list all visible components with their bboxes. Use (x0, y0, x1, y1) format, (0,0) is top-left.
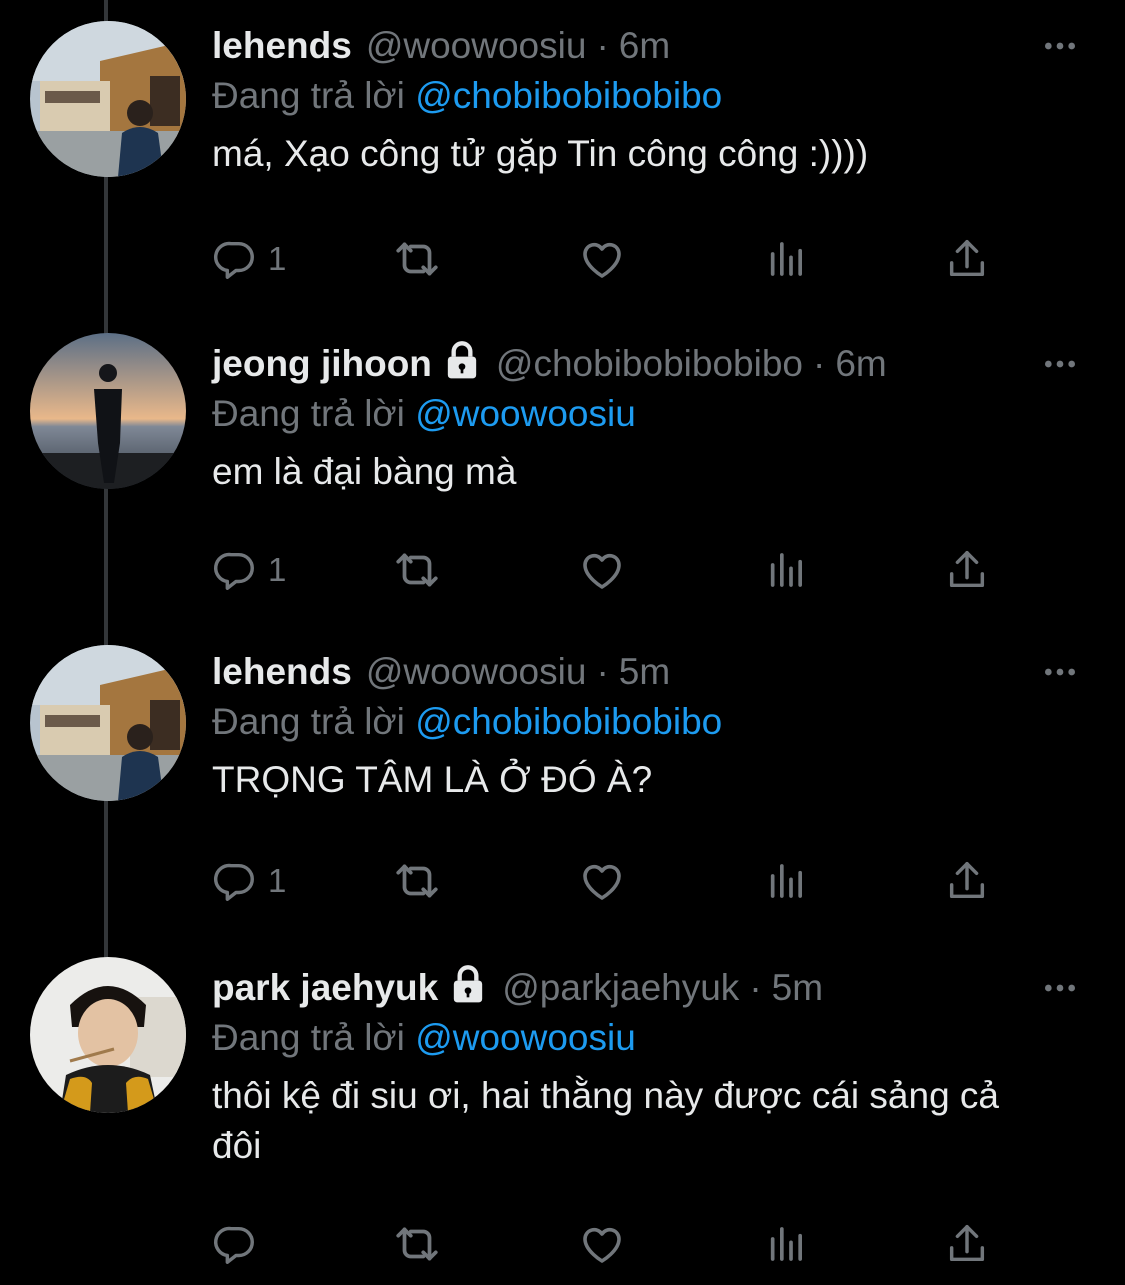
like-button[interactable] (578, 540, 626, 600)
reply-mention[interactable]: @chobibobibobibo (415, 75, 722, 116)
share-button[interactable] (944, 229, 990, 289)
share-icon (944, 1221, 990, 1267)
display-name[interactable]: jeong jihoon (212, 343, 432, 385)
more-options-icon[interactable] (1035, 963, 1085, 1013)
username[interactable]: @chobibobibobibo (496, 343, 803, 385)
reply-context: Đang trả lời @chobibobibobibo (212, 71, 1085, 121)
separator: · (812, 343, 826, 384)
analytics-button[interactable] (766, 1214, 806, 1274)
tweet-header: jeong jihoon @chobibobibobibo · 6m (212, 339, 1085, 389)
tweet-header: lehends @woowoosiu · 6m (212, 21, 1085, 71)
avatar[interactable] (30, 957, 186, 1113)
reply-context: Đang trả lời @woowoosiu (212, 1013, 1085, 1063)
like-icon (578, 546, 626, 594)
timestamp[interactable]: 5m (772, 967, 823, 1009)
tweet-actions: 1 (212, 851, 1002, 911)
timestamp[interactable]: 6m (835, 343, 886, 385)
retweet-button[interactable] (392, 229, 442, 289)
reply-prefix: Đang trả lời (212, 75, 405, 116)
avatar[interactable] (30, 333, 186, 489)
share-button[interactable] (944, 851, 990, 911)
share-button[interactable] (944, 540, 990, 600)
reply-button[interactable]: 1 (212, 540, 286, 600)
tweet-header: lehends @woowoosiu · 5m (212, 647, 1085, 697)
protected-lock-icon (442, 340, 482, 389)
reply-button[interactable] (212, 1214, 268, 1274)
retweet-icon (392, 1219, 442, 1269)
reply-icon (212, 1221, 258, 1267)
analytics-button[interactable] (766, 851, 806, 911)
tweet-actions (212, 1214, 1002, 1274)
retweet-button[interactable] (392, 851, 442, 911)
display-name[interactable]: lehends (212, 651, 352, 693)
timestamp[interactable]: 6m (619, 25, 670, 67)
more-options-icon[interactable] (1035, 21, 1085, 71)
like-button[interactable] (578, 851, 626, 911)
share-icon (944, 236, 990, 282)
separator: · (596, 25, 609, 66)
reply-mention[interactable]: @woowoosiu (415, 1017, 636, 1058)
analytics-icon (766, 1224, 806, 1264)
protected-lock-icon (448, 964, 488, 1013)
reply-button[interactable]: 1 (212, 851, 286, 911)
reply-icon (212, 547, 258, 593)
reply-mention[interactable]: @woowoosiu (415, 393, 636, 434)
more-options-icon[interactable] (1035, 647, 1085, 697)
like-button[interactable] (578, 229, 626, 289)
reply-context: Đang trả lời @chobibobibobibo (212, 697, 1085, 747)
share-button[interactable] (944, 1214, 990, 1274)
analytics-button[interactable] (766, 540, 806, 600)
reply-prefix: Đang trả lời (212, 701, 405, 742)
reply-prefix: Đang trả lời (212, 393, 405, 434)
retweet-button[interactable] (392, 540, 442, 600)
retweet-button[interactable] (392, 1214, 442, 1274)
tweet-header: park jaehyuk @parkjaehyuk · 5m (212, 963, 1085, 1013)
retweet-icon (392, 856, 442, 906)
share-icon (944, 547, 990, 593)
reply-icon (212, 236, 258, 282)
reply-icon (212, 858, 258, 904)
tweet-text: em là đại bàng mà (212, 451, 517, 492)
retweet-icon (392, 545, 442, 595)
tweet-text: má, Xạo công tử gặp Tin công công :)))) (212, 133, 869, 174)
reply-count: 1 (268, 240, 287, 277)
tweet-text: thôi kệ đi siu ơi, hai thằng này được cá… (212, 1075, 1000, 1166)
reply-count: 1 (268, 862, 287, 899)
like-icon (578, 857, 626, 905)
username[interactable]: @parkjaehyuk (502, 967, 739, 1009)
analytics-icon (766, 550, 806, 590)
more-options-icon[interactable] (1035, 339, 1085, 389)
avatar[interactable] (30, 645, 186, 801)
separator: · (749, 967, 762, 1008)
separator: · (596, 651, 609, 692)
reply-prefix: Đang trả lời (212, 1017, 405, 1058)
analytics-icon (766, 861, 806, 901)
share-icon (944, 858, 990, 904)
username[interactable]: @woowoosiu (366, 25, 587, 67)
reply-count: 1 (268, 551, 287, 588)
avatar[interactable] (30, 21, 186, 177)
timestamp[interactable]: 5m (619, 651, 670, 693)
like-icon (578, 1220, 626, 1268)
like-button[interactable] (578, 1214, 626, 1274)
analytics-button[interactable] (766, 229, 806, 289)
retweet-icon (392, 234, 442, 284)
tweet-actions: 1 (212, 229, 1002, 289)
analytics-icon (766, 239, 806, 279)
display-name[interactable]: lehends (212, 25, 352, 67)
tweet-actions: 1 (212, 540, 1002, 600)
reply-mention[interactable]: @chobibobibobibo (415, 701, 722, 742)
tweet-text: TRỌNG TÂM LÀ Ở ĐÓ À? (212, 759, 653, 800)
reply-context: Đang trả lời @woowoosiu (212, 389, 1085, 439)
display-name[interactable]: park jaehyuk (212, 967, 438, 1009)
reply-button[interactable]: 1 (212, 229, 286, 289)
like-icon (578, 235, 626, 283)
username[interactable]: @woowoosiu (366, 651, 587, 693)
